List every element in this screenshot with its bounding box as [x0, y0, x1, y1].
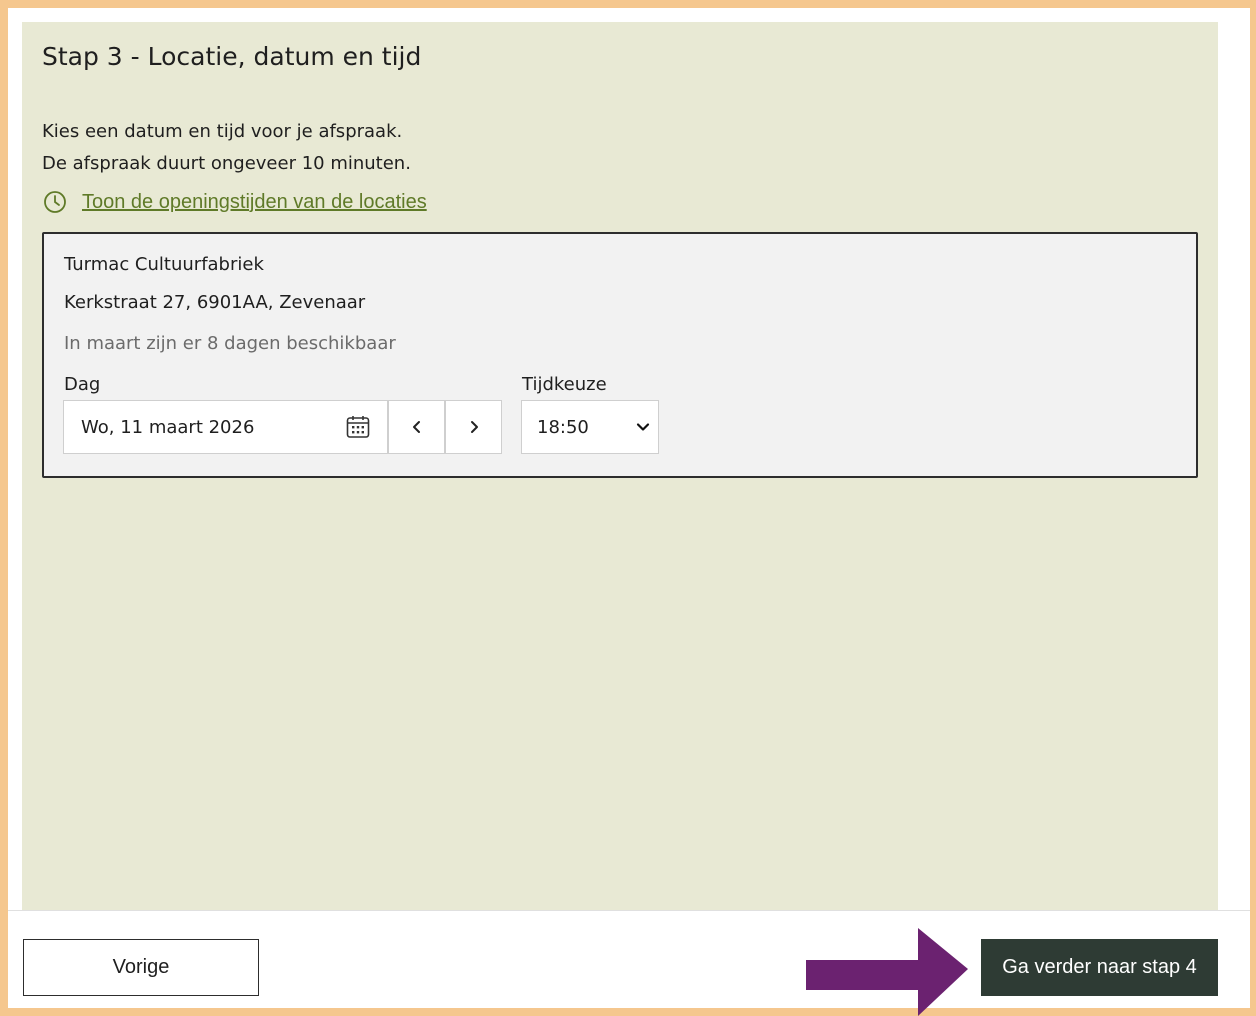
- intro-line-date-time: Kies een datum en tijd voor je afspraak.: [42, 121, 403, 142]
- previous-day-button[interactable]: [388, 400, 445, 454]
- time-select[interactable]: 18:50: [521, 400, 659, 454]
- location-card: Turmac Cultuurfabriek Kerkstraat 27, 690…: [42, 232, 1198, 478]
- previous-button[interactable]: Vorige: [23, 939, 259, 996]
- chevron-left-icon: [412, 421, 420, 433]
- chevron-right-icon: [470, 421, 478, 433]
- page-title: Stap 3 - Locatie, datum en tijd: [42, 42, 422, 71]
- next-day-button[interactable]: [445, 400, 502, 454]
- selected-time: 18:50: [537, 416, 589, 438]
- date-picker-input[interactable]: Wo, 11 maart 2026: [63, 400, 388, 454]
- calendar-icon[interactable]: [345, 414, 371, 440]
- opening-hours-link[interactable]: Toon de openingstijden van de locaties: [82, 191, 427, 214]
- location-name: Turmac Cultuurfabriek: [64, 254, 264, 275]
- footer-bar: Vorige Ga verder naar stap 4: [8, 910, 1250, 1008]
- arrow-right-icon: [806, 928, 968, 1016]
- day-label: Dag: [64, 374, 101, 395]
- availability-text: In maart zijn er 8 dagen beschikbaar: [64, 333, 396, 354]
- intro-text: Kies een datum en tijd voor je afspraak.…: [42, 116, 411, 180]
- clock-icon: [44, 191, 66, 213]
- opening-hours-link-row[interactable]: Toon de openingstijden van de locaties: [42, 189, 427, 215]
- chevron-down-icon: [636, 423, 650, 431]
- selected-date: Wo, 11 maart 2026: [81, 416, 255, 438]
- page-frame: Stap 3 - Locatie, datum en tijd Kies een…: [8, 8, 1250, 1008]
- time-label: Tijdkeuze: [522, 374, 607, 395]
- next-step-button[interactable]: Ga verder naar stap 4: [981, 939, 1218, 996]
- step-panel: Stap 3 - Locatie, datum en tijd Kies een…: [22, 22, 1218, 910]
- location-address: Kerkstraat 27, 6901AA, Zevenaar: [64, 292, 366, 313]
- intro-line-duration: De afspraak duurt ongeveer 10 minuten.: [42, 153, 411, 174]
